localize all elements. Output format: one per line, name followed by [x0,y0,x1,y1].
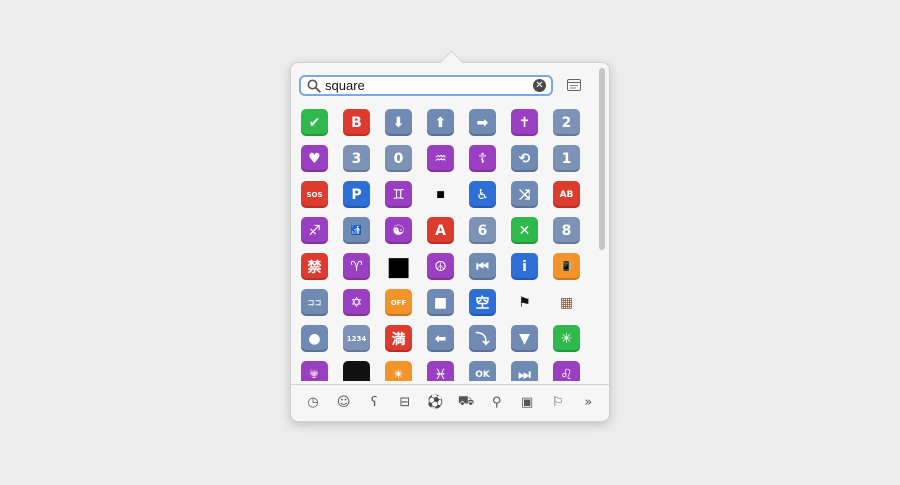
stop-button-icon[interactable]: ■ [427,289,454,316]
ok-button-icon[interactable]: OK [469,361,496,381]
objects-lightbulb-icon[interactable]: ⚲ [489,394,505,410]
activity-ball-icon[interactable]: ⚽ [427,394,443,410]
black-large-square-icon[interactable] [343,361,370,381]
next-track-icon[interactable]: ⏭ [511,361,538,381]
latin-cross-icon[interactable]: ✝ [511,109,538,136]
flag-icon[interactable]: ⚐ [550,394,566,410]
food-cake-icon[interactable]: ⊟ [397,394,413,410]
previous-track-icon[interactable]: ⏮ [469,253,496,280]
search-icon [307,79,321,93]
right-arrow-icon[interactable]: ➡ [469,109,496,136]
gemini-icon[interactable]: ♊ [385,181,412,208]
keycap-3-icon[interactable]: 3 [343,145,370,172]
no-vacancy-button-icon[interactable]: 満 [385,325,412,352]
pisces-icon[interactable]: ♓ [427,361,454,381]
keycap-0-icon[interactable]: 0 [385,145,412,172]
record-button-icon[interactable]: ● [301,325,328,352]
information-icon[interactable]: i [511,253,538,280]
emoji-picker-popover: ✕ ✔ B ⬇ ⬆ ➡ ✝ 2 ♥ 30 ♒ ☦ ⟲ 1 SOS P ♊ ■ ♿ ⤨ AB ♐ 🚮 ☯ A6 ✕ 8 禁 ♈ ■ ☮ ⏮ i 📳… [290,50,610,422]
cross-mark-button-icon[interactable]: ✕ [511,217,538,244]
orthodox-cross-icon[interactable]: ☦ [469,145,496,172]
litter-icon[interactable]: 🚮 [343,217,370,244]
mobile-phone-off-icon[interactable]: OFF [385,289,412,316]
popover-arrow [439,50,464,75]
keycap-6-icon[interactable]: 6 [469,217,496,244]
down-arrow-icon[interactable]: ⬇ [385,109,412,136]
up-arrow-icon[interactable]: ⬆ [427,109,454,136]
eight-pointed-star-icon[interactable]: ✴ [385,361,412,381]
vacancy-button-icon[interactable]: 空 [469,289,496,316]
check-mark-icon[interactable]: ✔ [301,109,328,136]
vibration-mode-icon[interactable]: 📳 [553,253,580,280]
aries-icon[interactable]: ♈ [343,253,370,280]
scrollbar-thumb[interactable] [599,68,605,250]
keycap-2-icon[interactable]: 2 [553,109,580,136]
blood-type-b-icon[interactable]: B [343,109,370,136]
black-small-square-icon[interactable]: ■ [427,181,454,208]
blood-type-ab-icon[interactable]: AB [553,181,580,208]
smiley-icon[interactable]: ☺ [336,394,352,410]
repeat-icon[interactable]: ⟲ [511,145,538,172]
blood-type-a-icon[interactable]: A [427,217,454,244]
right-arrow-curving-down-icon[interactable]: ⤵ [469,325,496,352]
animals-bear-icon[interactable]: ʕ [366,394,382,410]
shuffle-icon[interactable]: ⤨ [511,181,538,208]
aquarius-icon[interactable]: ♒ [427,145,454,172]
travel-car-icon[interactable]: ⛟ [458,394,474,410]
clear-icon[interactable]: ✕ [533,79,546,92]
heart-suit-icon[interactable]: ♥ [301,145,328,172]
keycap-1-icon[interactable]: 1 [553,145,580,172]
left-arrow-icon[interactable]: ⬅ [427,325,454,352]
leo-icon[interactable]: ♌ [553,361,580,381]
peace-icon[interactable]: ☮ [427,253,454,280]
katakana-koko-icon[interactable]: ココ [301,289,328,316]
eight-spoked-asterisk-icon[interactable]: ✳ [553,325,580,352]
sagittarius-icon[interactable]: ♐ [301,217,328,244]
input-numbers-icon[interactable]: 1234 [343,325,370,352]
wheelchair-icon[interactable]: ♿ [469,181,496,208]
prohibited-button-icon[interactable]: 禁 [301,253,328,280]
parking-icon[interactable]: P [343,181,370,208]
abacus-icon[interactable]: ▦ [553,289,580,316]
character-viewer-icon[interactable] [567,79,581,91]
yin-yang-icon[interactable]: ☯ [385,217,412,244]
search-input[interactable] [325,77,525,94]
star-of-david-icon[interactable]: ✡ [343,289,370,316]
category-divider [291,384,609,385]
sos-button-icon[interactable]: SOS [301,181,328,208]
black-medium-square-icon[interactable]: ■ [385,252,412,282]
black-flag-icon[interactable]: ⚑ [511,289,538,316]
symbols-icon[interactable]: ▣ [519,394,535,410]
down-button-icon[interactable]: ▼ [511,325,538,352]
menorah-icon[interactable]: 🕎 [301,361,328,381]
recent-clock-icon[interactable]: ◷ [305,394,321,410]
emoji-grid: ✔ B ⬇ ⬆ ➡ ✝ 2 ♥ 3 0 ♒ ☦ ⟲ 1 SOS P ♊ ■ ♿ ⤨ AB ♐ 🚮 ☯ A 6 ✕ 8 禁 ♈ ■ ☮ ⏮ i 📳 ココ… [301,109,595,381]
keycap-8-icon[interactable]: 8 [553,217,580,244]
more-chevron-icon[interactable]: » [580,394,596,410]
search-field[interactable]: ✕ [299,75,553,96]
